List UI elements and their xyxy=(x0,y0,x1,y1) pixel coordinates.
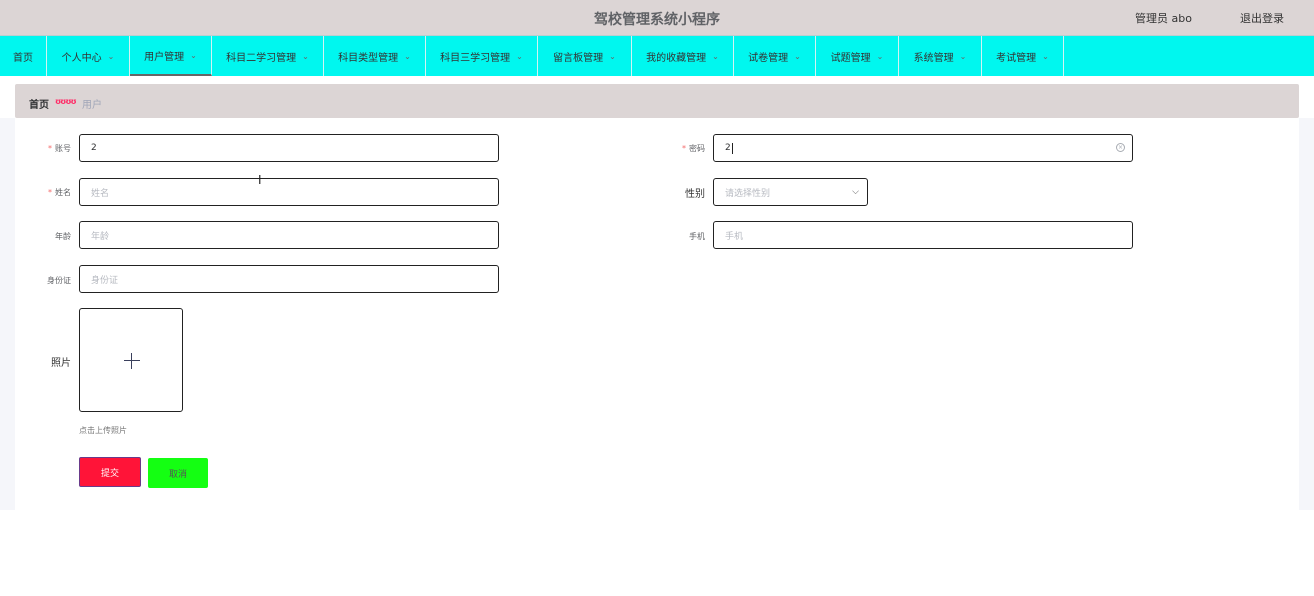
gender-select[interactable]: 请选择性别 ⌵ xyxy=(713,178,868,206)
nav-item-label: 试卷管理 xyxy=(748,52,789,64)
submit-button[interactable]: 提交 xyxy=(79,457,141,487)
nav-item[interactable]: 试卷管理 ⌄ xyxy=(734,36,816,76)
chevron-down-icon: ⌄ xyxy=(712,51,719,61)
logout-link[interactable]: 退出登录 xyxy=(1240,10,1284,26)
breadcrumb-home[interactable]: 首页 xyxy=(29,96,49,111)
nav-item[interactable]: 首页 xyxy=(0,36,47,76)
chevron-down-icon: ⌄ xyxy=(302,51,309,61)
phone-label: 手机 xyxy=(689,232,705,241)
chevron-down-icon: ⌄ xyxy=(794,51,801,61)
nav-item-label: 首页 xyxy=(13,52,33,64)
nav-item-label: 试题管理 xyxy=(830,52,871,64)
name-input[interactable]: 姓名 xyxy=(79,178,499,206)
photo-hint: 点击上传照片 xyxy=(79,426,127,435)
text-caret xyxy=(731,142,733,154)
chevron-down-icon: ⌄ xyxy=(876,51,884,61)
user-form xyxy=(15,118,1299,510)
text-cursor-icon: I xyxy=(258,173,262,187)
nav-item[interactable]: 个人中心 ⌄ xyxy=(47,36,130,76)
account-input[interactable]: 2 xyxy=(79,134,499,162)
id-card-label: 身份证 xyxy=(47,276,71,285)
plus-icon xyxy=(124,360,140,361)
nav-item[interactable]: 用户管理 ⌄ xyxy=(130,36,212,76)
nav-item[interactable]: 考试管理 ⌄ xyxy=(982,36,1064,76)
account-label: * 账号 xyxy=(48,144,71,153)
breadcrumb: 首页 ʊʊʊʊ 用户 xyxy=(15,84,1299,118)
app-title: 驾校管理系统小程序 xyxy=(594,12,720,28)
password-label: * 密码 xyxy=(682,144,705,153)
photo-label: 照片 xyxy=(51,358,71,369)
nav-item-label: 科目三学习管理 xyxy=(440,52,511,64)
top-header: 驾校管理系统小程序 管理员 abo 退出登录 xyxy=(0,0,1314,35)
chevron-down-icon: ⌄ xyxy=(609,51,616,61)
nav-item-label: 系统管理 xyxy=(913,52,954,64)
nav-item[interactable]: 科目二学习管理 ⌄ xyxy=(212,36,324,76)
chevron-down-icon: ⌵ xyxy=(852,187,859,197)
photo-upload[interactable] xyxy=(79,308,183,412)
chevron-down-icon: ⌄ xyxy=(107,51,115,61)
clear-icon[interactable]: × xyxy=(1116,143,1125,152)
nav-item[interactable]: 科目类型管理 ⌄ xyxy=(324,36,426,76)
password-input[interactable]: 2 × xyxy=(713,134,1133,162)
nav-item[interactable]: 科目三学习管理 ⌄ xyxy=(426,36,538,76)
admin-label: 管理员 abo xyxy=(1135,12,1192,25)
chevron-down-icon: ⌄ xyxy=(190,50,197,60)
breadcrumb-separator-icon: ʊʊʊʊ xyxy=(55,97,77,106)
name-label: * 姓名 xyxy=(48,188,71,197)
password-value: 2 xyxy=(725,143,731,153)
age-label: 年龄 xyxy=(55,232,71,241)
age-input[interactable]: 年龄 xyxy=(79,221,499,249)
breadcrumb-current: 用户 xyxy=(82,100,102,111)
nav-item-label: 考试管理 xyxy=(996,52,1037,64)
gender-placeholder: 请选择性别 xyxy=(725,188,771,199)
nav-item-label: 个人中心 xyxy=(61,52,102,64)
nav-item[interactable]: 系统管理 ⌄ xyxy=(899,36,982,76)
main-nav: 首页 个人中心 ⌄ 用户管理 ⌄ 科目二学习管理 ⌄ 科目类型管理 ⌄ 科目三学习管理 ⌄ 留言板管理… xyxy=(0,35,1314,76)
chevron-down-icon: ⌄ xyxy=(404,51,411,61)
id-card-input[interactable]: 身份证 xyxy=(79,265,499,293)
chevron-down-icon: ⌄ xyxy=(516,51,523,61)
nav-item-label: 用户管理 xyxy=(144,51,185,63)
right-gutter xyxy=(1299,118,1314,510)
chevron-down-icon: ⌄ xyxy=(959,51,967,61)
gender-label: 性别 xyxy=(685,189,705,200)
nav-item[interactable]: 留言板管理 ⌄ xyxy=(538,36,632,76)
nav-item-label: 科目二学习管理 xyxy=(226,52,297,64)
nav-item[interactable]: 我的收藏管理 ⌄ xyxy=(632,36,734,76)
cancel-button[interactable]: 取消 xyxy=(148,458,208,488)
left-gutter xyxy=(0,118,15,510)
chevron-down-icon: ⌄ xyxy=(1042,51,1049,61)
nav-item-label: 科目类型管理 xyxy=(338,52,399,64)
nav-item-label: 我的收藏管理 xyxy=(646,52,707,64)
nav-item-label: 留言板管理 xyxy=(553,52,604,64)
plus-icon-vertical xyxy=(131,353,132,369)
phone-input[interactable]: 手机 xyxy=(713,221,1133,249)
nav-item[interactable]: 试题管理 ⌄ xyxy=(816,36,899,76)
